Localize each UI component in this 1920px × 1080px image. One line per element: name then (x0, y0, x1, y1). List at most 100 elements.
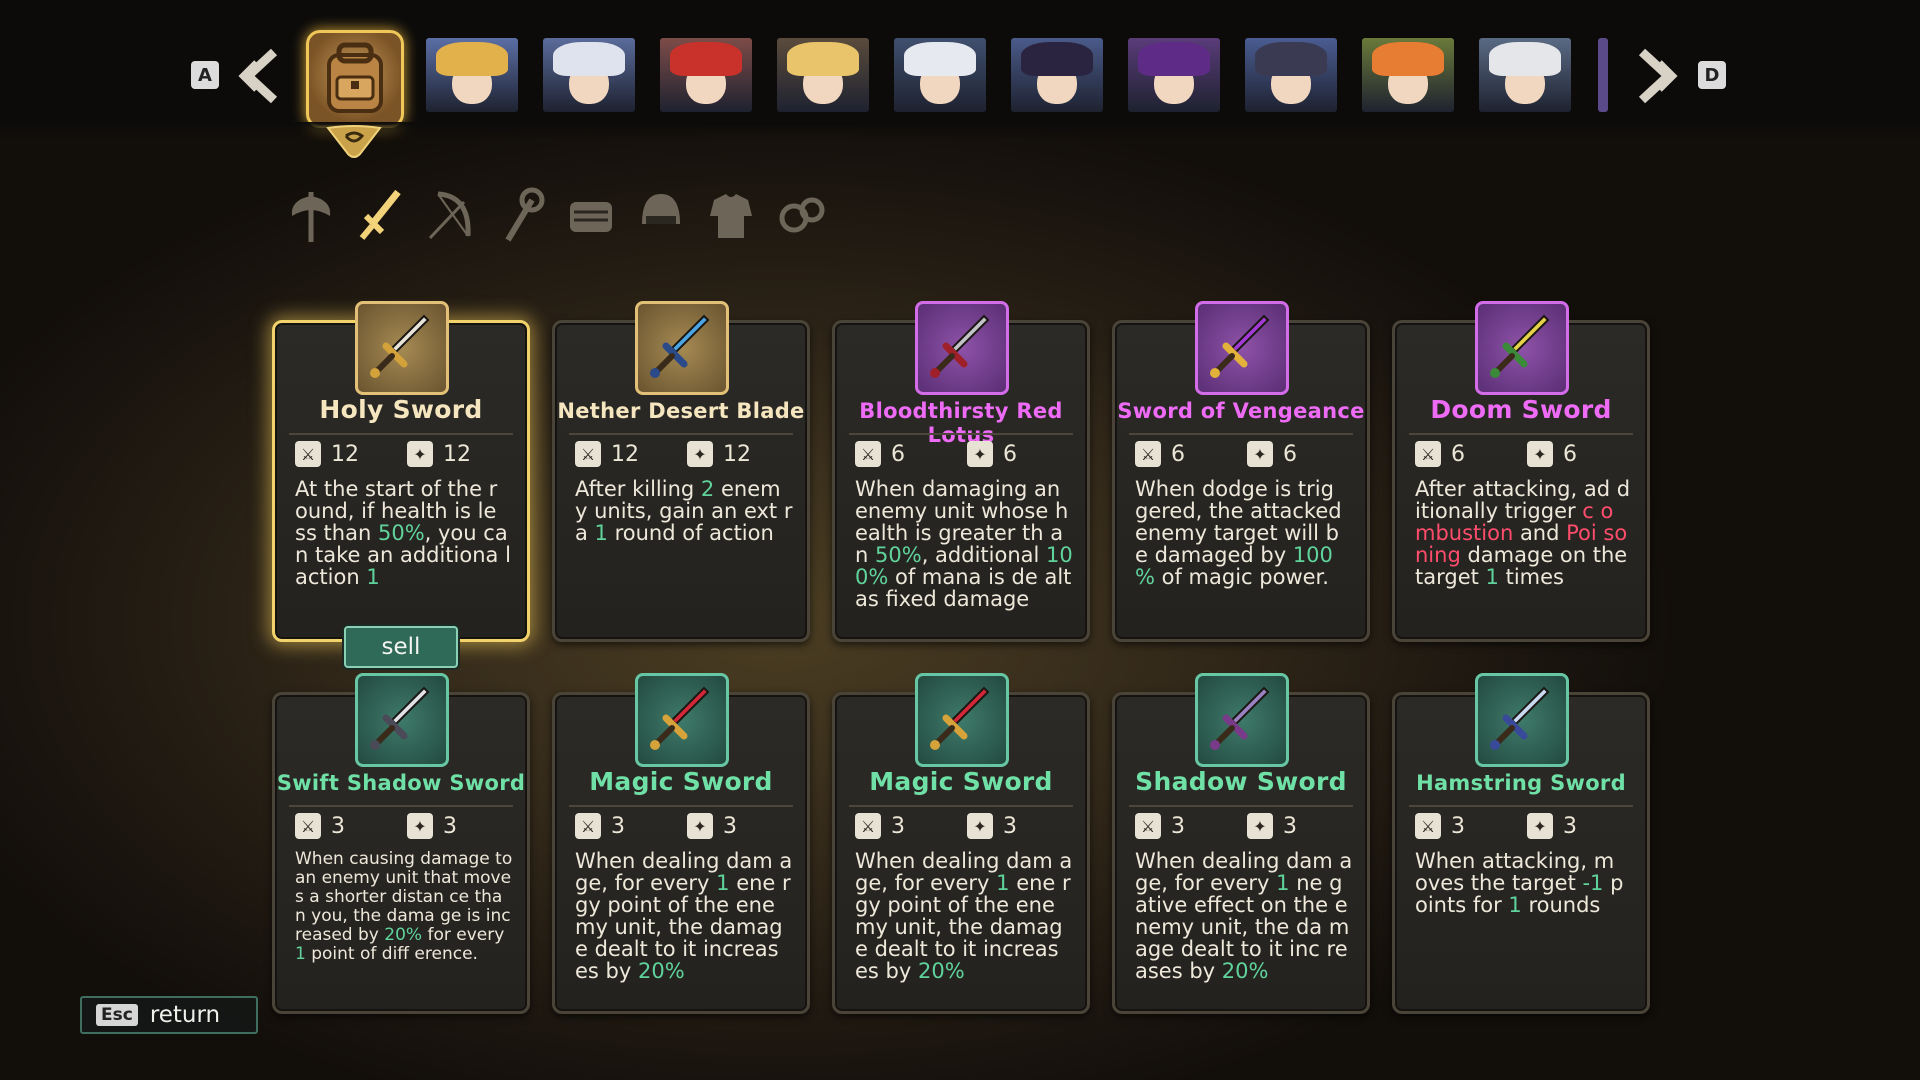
hero-portrait-8[interactable] (1245, 38, 1337, 112)
inventory-bag-tab[interactable] (306, 30, 404, 128)
hero-portrait-3[interactable] (660, 38, 752, 112)
hero-portrait-7[interactable] (1128, 38, 1220, 112)
item-description: After killing 2 enem y units, gain an ex… (575, 477, 793, 545)
hero-portrait-1[interactable] (426, 38, 518, 112)
esc-key-hint: Esc (96, 1004, 138, 1026)
item-stats: ⚔ 6 ✦ 6 (1135, 441, 1347, 471)
divider (1129, 433, 1353, 435)
magic-stat-icon: ✦ (407, 813, 433, 839)
portrait-hair (1138, 42, 1210, 76)
item-description: When causing damage to an enemy unit tha… (295, 849, 513, 964)
axe-icon[interactable] (284, 186, 338, 246)
staff-icon[interactable] (494, 186, 548, 246)
item-stats: ⚔ 3 ✦ 3 (295, 813, 507, 843)
item-description: When dealing dam age, for every 1 ene rg… (575, 849, 793, 983)
equipment-card[interactable]: Magic Sword ⚔ 3 ✦ 3 When dealing dam age, for… (832, 673, 1090, 1014)
sword-icon (1210, 314, 1270, 378)
prev-key-hint: A (191, 61, 219, 89)
magic-stat-value: 3 (443, 813, 457, 839)
attack-stat: ⚔ 12 (295, 441, 359, 467)
equipment-card[interactable]: Hamstring Sword ⚔ 3 ✦ 3 When attacking, m ove… (1392, 673, 1650, 1014)
highlight-value: 1 (1485, 565, 1499, 589)
sword-icon[interactable] (354, 186, 408, 246)
helmet-icon[interactable] (634, 186, 688, 246)
scroll-icon[interactable] (564, 186, 618, 246)
magic-stat: ✦ 3 (1247, 813, 1297, 839)
highlight-value: 1 (295, 944, 306, 964)
attack-stat-value: 12 (611, 441, 639, 467)
equipment-card[interactable]: Shadow Sword ⚔ 3 ✦ 3 When dealing dam age, fo… (1112, 673, 1370, 1014)
equipment-card[interactable]: Magic Sword ⚔ 3 ✦ 3 When dealing dam age, for… (552, 673, 810, 1014)
magic-stat: ✦ 12 (407, 441, 471, 467)
hero-portrait-4[interactable] (777, 38, 869, 112)
sword-icon (370, 686, 430, 750)
portrait-hair (553, 42, 625, 76)
divider (1129, 805, 1353, 807)
magic-stat-value: 3 (1003, 813, 1017, 839)
equipment-card[interactable]: Swift Shadow Sword ⚔ 3 ✦ 3 When causing damag… (272, 673, 530, 1014)
item-stats: ⚔ 3 ✦ 3 (855, 813, 1067, 843)
magic-stat-value: 6 (1283, 441, 1297, 467)
equipment-card[interactable]: Holy Sword ⚔ 12 ✦ 12 At the start of the r ou… (272, 301, 530, 642)
attack-stat-icon: ⚔ (855, 441, 881, 467)
equipment-card[interactable]: Sword of Vengeance ⚔ 6 ✦ 6 When dodge is trig… (1112, 301, 1370, 642)
item-description: After attacking, ad ditionally trigger c… (1415, 477, 1631, 589)
hero-portrait-9[interactable] (1362, 38, 1454, 112)
hero-portrait-10[interactable] (1479, 38, 1571, 112)
item-description: When attacking, m oves the target -1 p o… (1415, 849, 1624, 917)
return-button[interactable]: Esc return (80, 996, 258, 1034)
hero-portrait-2[interactable] (543, 38, 635, 112)
sword-icon (370, 314, 430, 378)
next-arrow-icon[interactable] (1636, 48, 1682, 104)
item-icon-frame (635, 673, 729, 767)
highlight-value: 1 (1508, 893, 1522, 917)
attack-stat-icon: ⚔ (295, 441, 321, 467)
magic-stat: ✦ 6 (1247, 441, 1297, 467)
magic-stat: ✦ 3 (687, 813, 737, 839)
sword-icon (650, 686, 710, 750)
portrait-hair (1489, 42, 1561, 76)
item-description: When dealing dam age, for every 1 ne gat… (1135, 849, 1353, 983)
attack-stat: ⚔ 6 (855, 441, 905, 467)
highlight-value: 2 (700, 477, 715, 501)
attack-stat-icon: ⚔ (855, 813, 881, 839)
sell-button[interactable]: sell (344, 626, 458, 668)
equipment-card[interactable]: Nether Desert Blade ⚔ 12 ✦ 12 After killing 2… (552, 301, 810, 642)
equipment-card[interactable]: Doom Sword ⚔ 6 ✦ 6 After attacking, ad dition… (1392, 301, 1650, 642)
attack-stat-value: 6 (1451, 441, 1465, 467)
attack-stat: ⚔ 3 (295, 813, 345, 839)
item-stats: ⚔ 3 ✦ 3 (1415, 813, 1627, 843)
magic-stat-value: 3 (723, 813, 737, 839)
sword-icon (650, 314, 710, 378)
divider (849, 805, 1073, 807)
bow-icon[interactable] (424, 186, 478, 246)
attack-stat-value: 12 (331, 441, 359, 467)
attack-stat: ⚔ 3 (855, 813, 905, 839)
equipment-card[interactable]: Bloodthirsty Red Lotus ⚔ 6 ✦ 6 When damaging … (832, 301, 1090, 642)
hero-portrait-6[interactable] (1011, 38, 1103, 112)
magic-stat-icon: ✦ (1527, 813, 1553, 839)
highlight-value: 1 (366, 565, 380, 589)
item-icon-frame (1195, 673, 1289, 767)
item-name: Sword of Vengeance (1117, 399, 1365, 423)
armor-icon[interactable] (704, 186, 758, 246)
hero-portrait-partial[interactable] (1598, 38, 1608, 112)
sword-icon (1210, 686, 1270, 750)
item-description: At the start of the r ound, if health is… (295, 477, 511, 589)
magic-stat: ✦ 3 (967, 813, 1017, 839)
attack-stat-icon: ⚔ (1415, 813, 1441, 839)
attack-stat: ⚔ 3 (1415, 813, 1465, 839)
divider (569, 805, 793, 807)
item-stats: ⚔ 3 ✦ 3 (575, 813, 787, 843)
item-stats: ⚔ 3 ✦ 3 (1135, 813, 1347, 843)
hero-portrait-5[interactable] (894, 38, 986, 112)
accessory-icon[interactable] (774, 186, 828, 246)
highlight-value: 20% (384, 925, 423, 945)
prev-arrow-icon[interactable] (234, 48, 280, 104)
attack-stat-icon: ⚔ (295, 813, 321, 839)
item-name: Bloodthirsty Red Lotus (859, 399, 1063, 447)
magic-stat-icon: ✦ (1527, 441, 1553, 467)
magic-stat-value: 12 (723, 441, 751, 467)
hero-selector-bar: A D (0, 0, 1920, 140)
highlight-value: 20% (917, 959, 965, 983)
